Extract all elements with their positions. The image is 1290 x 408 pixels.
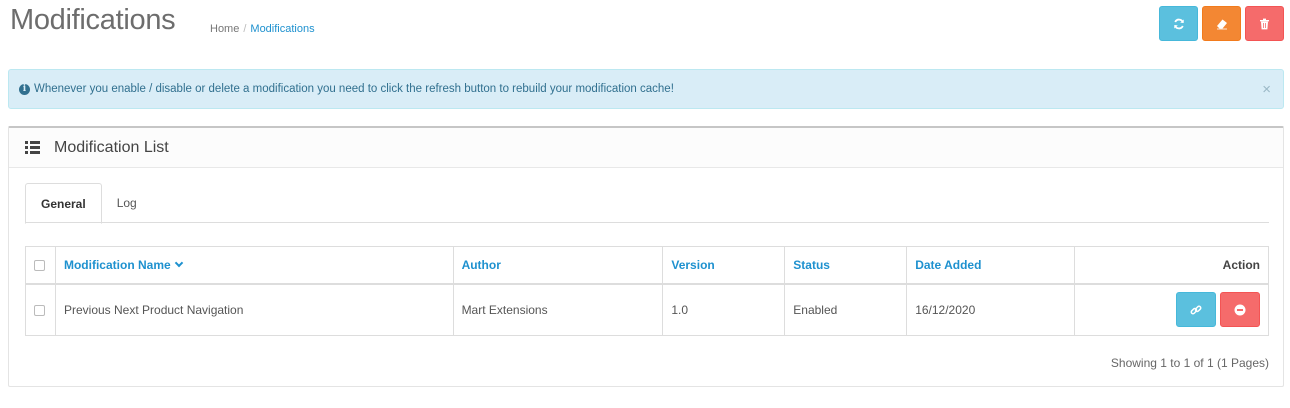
column-header-status[interactable]: Status (784, 246, 908, 284)
table-header-row: Modification Name Author Version Status … (25, 246, 1269, 284)
refresh-button[interactable] (1159, 6, 1198, 41)
alert-text: Whenever you enable / disable or delete … (34, 83, 674, 95)
list-icon (25, 141, 40, 154)
minus-circle-icon (1234, 304, 1246, 316)
tab-log[interactable]: Log (102, 183, 152, 223)
column-header-date-added[interactable]: Date Added (906, 246, 1076, 284)
column-header-version[interactable]: Version (662, 246, 786, 284)
select-all-checkbox[interactable] (34, 260, 45, 272)
page-title: Modifications (10, 4, 176, 36)
trash-icon (1260, 18, 1269, 29)
pagination-summary: Showing 1 to 1 of 1 (1 Pages) (1110, 356, 1269, 370)
row-checkbox[interactable] (34, 305, 45, 317)
row-select-cell (25, 283, 56, 336)
cell-date-added: 16/12/2020 (906, 283, 1076, 336)
column-header-name[interactable]: Modification Name (54, 246, 454, 284)
breadcrumb-separator: / (243, 23, 247, 35)
info-alert: i Whenever you enable / disable or delet… (8, 69, 1284, 109)
breadcrumb-home[interactable]: Home (210, 23, 239, 35)
breadcrumb: Home / Modifications (210, 23, 315, 35)
breadcrumb-current[interactable]: Modifications (250, 23, 314, 35)
disable-button[interactable] (1220, 292, 1260, 328)
eraser-icon (1216, 19, 1227, 29)
column-header-action: Action (1074, 246, 1269, 284)
delete-button[interactable] (1245, 6, 1284, 41)
cell-version: 1.0 (662, 283, 786, 336)
refresh-icon (1173, 18, 1184, 29)
alert-close-button[interactable]: × (1262, 81, 1271, 98)
sort-caret-icon (174, 258, 183, 267)
link-button[interactable] (1175, 292, 1216, 328)
cell-status: Enabled (784, 283, 908, 336)
panel-title: Modification List (54, 138, 169, 156)
link-icon (1190, 305, 1202, 315)
column-header-author[interactable]: Author (452, 246, 664, 284)
info-circle-icon: i (19, 83, 30, 95)
toolbar (1159, 6, 1284, 41)
cell-author: Mart Extensions (452, 283, 664, 336)
clear-button[interactable] (1202, 6, 1241, 41)
modification-table: Modification Name Author Version Status … (25, 246, 1269, 336)
cell-name: Previous Next Product Navigation (54, 283, 454, 336)
select-all-cell (25, 246, 56, 284)
tab-general[interactable]: General (25, 183, 102, 224)
tab-bar: General Log (25, 183, 1269, 224)
cell-action (1074, 283, 1269, 336)
panel-heading: Modification List (9, 128, 1283, 168)
modification-panel: Modification List General Log Modificati… (8, 126, 1284, 387)
table-row: Previous Next Product Navigation Mart Ex… (25, 283, 1269, 336)
